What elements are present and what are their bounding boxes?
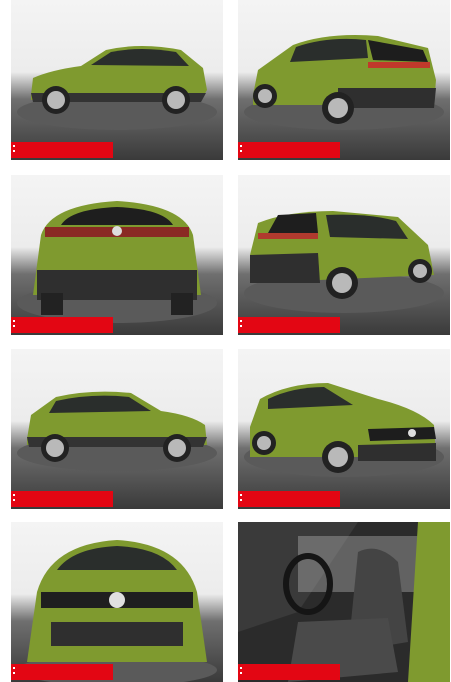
dealer-badge xyxy=(238,664,340,680)
car-interior-image xyxy=(238,522,450,682)
car-front-image xyxy=(17,540,217,682)
badge-dots-icon xyxy=(13,320,15,322)
car-rear-right-image xyxy=(244,211,444,313)
photo-side-left[interactable] xyxy=(11,0,223,160)
dealer-badge xyxy=(11,142,113,158)
car-side-right-image xyxy=(17,391,217,471)
photo-front[interactable] xyxy=(11,522,223,682)
photo-rear-three-quarter-left[interactable] xyxy=(238,0,450,160)
photo-front-three-quarter-right[interactable] xyxy=(238,349,450,509)
photo-gallery xyxy=(0,0,451,682)
badge-dots-icon xyxy=(240,145,242,147)
badge-dots-icon xyxy=(240,320,242,322)
badge-dots-icon xyxy=(13,667,15,669)
photo-side-right[interactable] xyxy=(11,349,223,509)
badge-dots-icon xyxy=(240,667,242,669)
car-rear-image xyxy=(17,201,217,323)
car-front-three-quarter-image xyxy=(244,383,444,477)
car-side-left-image xyxy=(17,46,217,130)
badge-dots-icon xyxy=(13,145,15,147)
photo-rear[interactable] xyxy=(11,175,223,335)
dealer-badge xyxy=(11,317,113,333)
photo-rear-three-quarter-right[interactable] xyxy=(238,175,450,335)
badge-dots-icon xyxy=(13,494,15,496)
dealer-badge xyxy=(238,142,340,158)
photo-interior[interactable] xyxy=(238,522,450,682)
badge-dots-icon xyxy=(240,494,242,496)
dealer-badge xyxy=(238,491,340,507)
dealer-badge xyxy=(238,317,340,333)
dealer-badge xyxy=(11,664,113,680)
car-rear-three-quarter-image xyxy=(244,35,444,130)
dealer-badge xyxy=(11,491,113,507)
